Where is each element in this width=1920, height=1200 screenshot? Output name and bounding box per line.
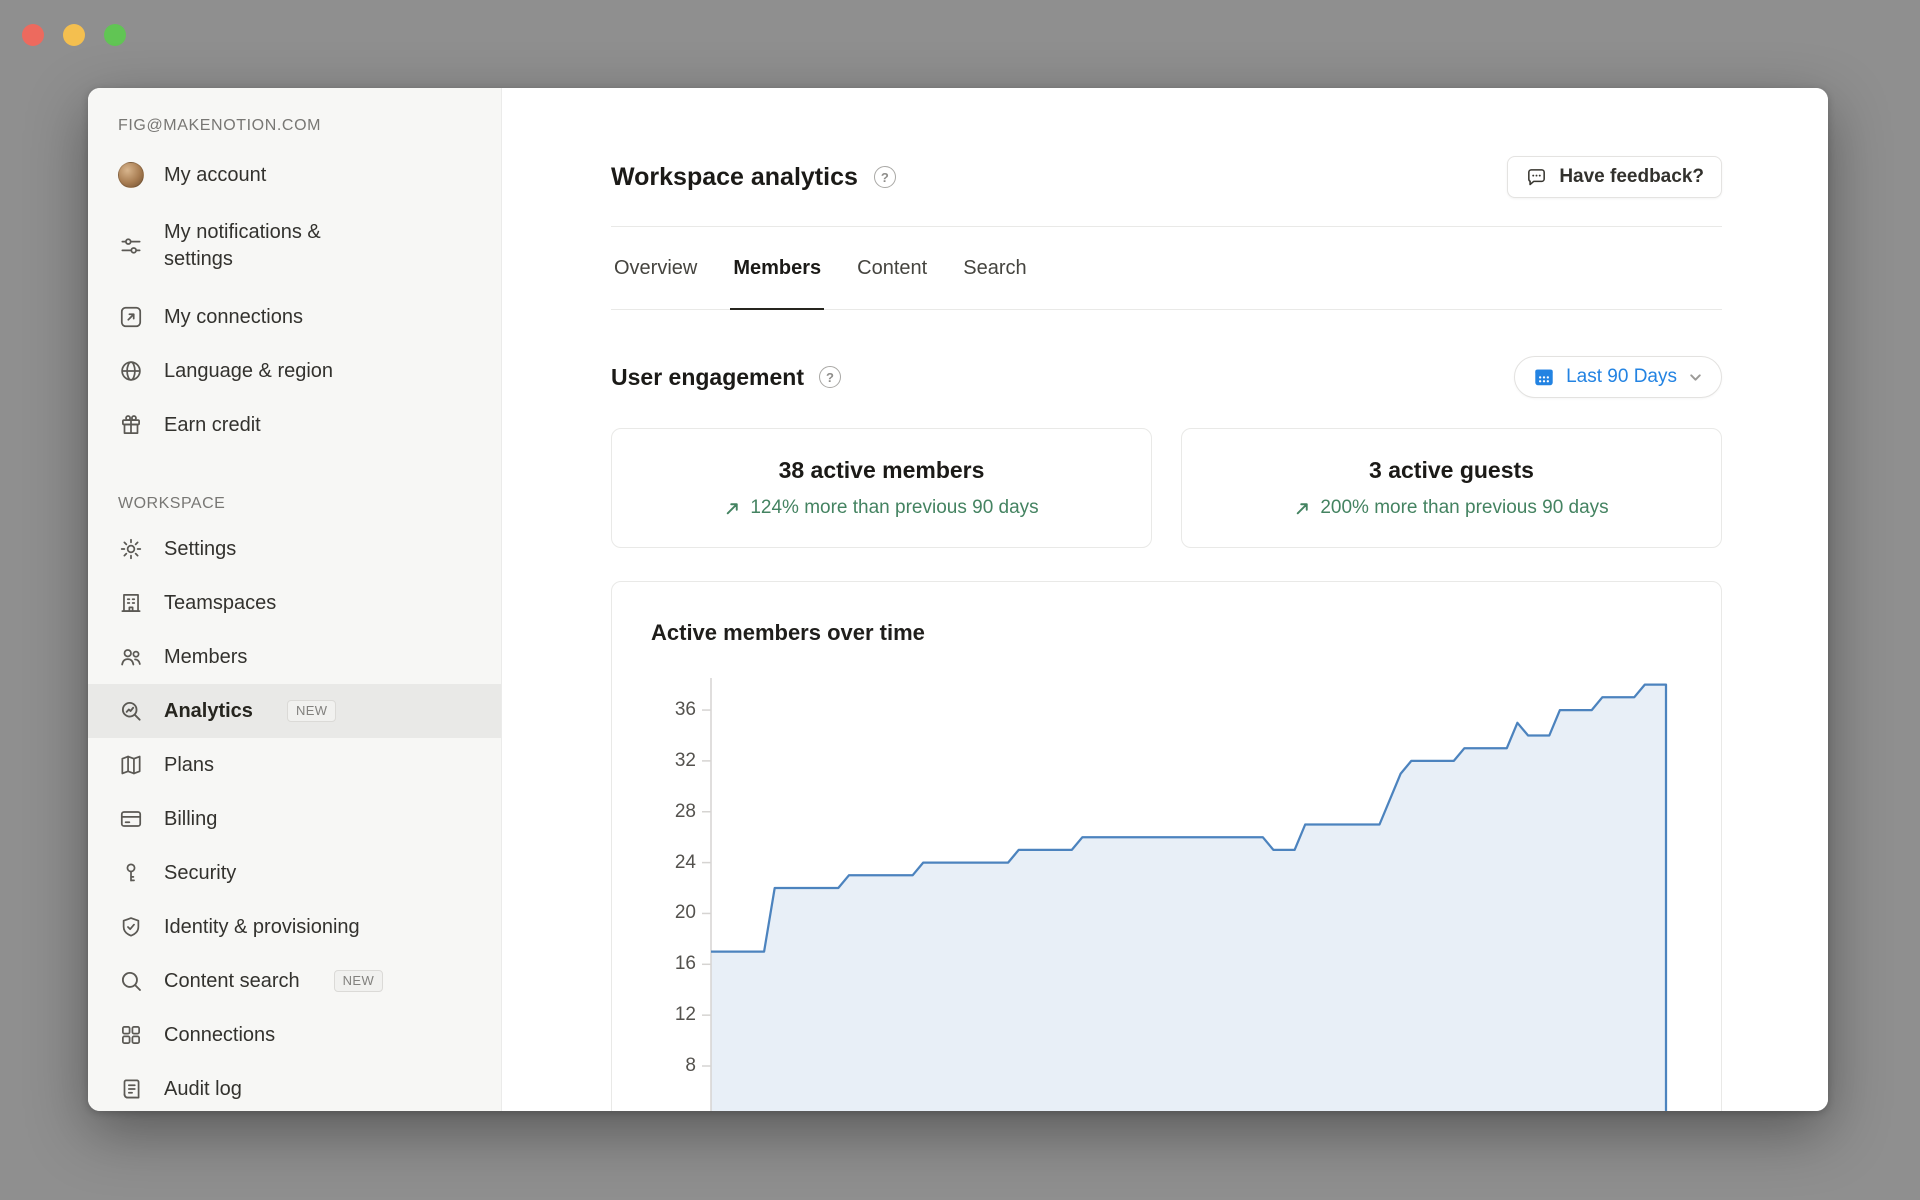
sidebar-item-label: Analytics	[164, 698, 253, 725]
sidebar-item-label: My connections	[164, 304, 303, 331]
new-badge: NEW	[334, 970, 384, 992]
sidebar-item-my-connections[interactable]: My connections	[88, 290, 501, 344]
sidebar-item-language-region[interactable]: Language & region	[88, 344, 501, 398]
close-button[interactable]	[22, 24, 44, 46]
arrow-up-right-icon	[118, 304, 144, 330]
sidebar-item-label: Members	[164, 644, 247, 671]
credit-card-icon	[118, 806, 144, 832]
sidebar-item-label: Teamspaces	[164, 590, 276, 617]
help-icon[interactable]: ?	[819, 366, 841, 388]
grid-icon	[118, 1022, 144, 1048]
have-feedback-button[interactable]: Have feedback?	[1507, 156, 1722, 198]
sidebar-item-label: Plans	[164, 752, 214, 779]
date-range-selector[interactable]: Last 90 Days	[1514, 356, 1722, 398]
active-guests-card: 3 active guests 200% more than previous …	[1181, 428, 1722, 548]
active-members-value: 38 active members	[779, 457, 985, 484]
shield-check-icon	[118, 914, 144, 940]
audit-log-icon	[118, 1076, 144, 1102]
sidebar-item-label: My notifications & settings	[164, 219, 349, 273]
sidebar-item-plans[interactable]: Plans	[88, 738, 501, 792]
new-badge: NEW	[287, 700, 337, 722]
user-engagement-title: User engagement	[611, 364, 804, 391]
sidebar-item-content-search[interactable]: Content search NEW	[88, 954, 501, 1008]
avatar	[118, 162, 144, 188]
analytics-search-icon	[118, 698, 144, 724]
key-icon	[118, 860, 144, 886]
trend-up-icon	[724, 500, 741, 517]
sidebar-item-label: Identity & provisioning	[164, 914, 360, 941]
sidebar-item-members[interactable]: Members	[88, 630, 501, 684]
people-icon	[118, 644, 144, 670]
active-guests-value: 3 active guests	[1369, 457, 1534, 484]
sidebar-item-audit-log[interactable]: Audit log	[88, 1062, 501, 1111]
sidebar-item-label: Language & region	[164, 358, 333, 385]
stat-cards: 38 active members 124% more than previou…	[611, 428, 1722, 548]
tab-search[interactable]: Search	[960, 227, 1029, 309]
sidebar-item-label: Audit log	[164, 1076, 242, 1103]
building-icon	[118, 590, 144, 616]
minimize-button[interactable]	[63, 24, 85, 46]
search-icon	[118, 968, 144, 994]
page-header: Workspace analytics ? Have feedback?	[611, 156, 1722, 198]
account-email: FIG@MAKENOTION.COM	[88, 116, 501, 136]
tab-members[interactable]: Members	[730, 227, 824, 309]
active-members-chart-card: Active members over time 812162024283236	[611, 581, 1722, 1111]
settings-sidebar: FIG@MAKENOTION.COM My account My notific…	[88, 88, 502, 1111]
sidebar-item-teamspaces[interactable]: Teamspaces	[88, 576, 501, 630]
sidebar-item-label: Connections	[164, 1022, 275, 1049]
sidebar-item-label: Earn credit	[164, 412, 261, 439]
sidebar-item-settings[interactable]: Settings	[88, 522, 501, 576]
active-members-delta: 124% more than previous 90 days	[724, 497, 1038, 519]
active-guests-delta: 200% more than previous 90 days	[1294, 497, 1608, 519]
chevron-down-icon	[1688, 370, 1703, 385]
sidebar-item-label: Settings	[164, 536, 236, 563]
sidebar-item-my-account[interactable]: My account	[88, 148, 501, 202]
map-icon	[118, 752, 144, 778]
sidebar-item-identity-provisioning[interactable]: Identity & provisioning	[88, 900, 501, 954]
trend-up-icon	[1294, 500, 1311, 517]
sliders-icon	[118, 233, 144, 259]
window-controls	[22, 24, 126, 46]
active-members-card: 38 active members 124% more than previou…	[611, 428, 1152, 548]
user-engagement-header: User engagement ? Last 90	[611, 356, 1722, 398]
delta-text: 124% more than previous 90 days	[750, 497, 1038, 519]
gear-icon	[118, 536, 144, 562]
chart-area-fill	[711, 685, 1666, 1111]
sidebar-item-analytics[interactable]: Analytics NEW	[88, 684, 501, 738]
gift-icon	[118, 412, 144, 438]
sidebar-item-earn-credit[interactable]: Earn credit	[88, 398, 501, 452]
page-title: Workspace analytics	[611, 163, 858, 192]
sidebar-item-label: My account	[164, 162, 266, 189]
sidebar-item-security[interactable]: Security	[88, 846, 501, 900]
sidebar-item-label: Security	[164, 860, 236, 887]
analytics-tabs: Overview Members Content Search	[611, 226, 1722, 310]
sidebar-item-billing[interactable]: Billing	[88, 792, 501, 846]
chart-title: Active members over time	[651, 620, 925, 646]
have-feedback-label: Have feedback?	[1559, 166, 1704, 188]
settings-window: FIG@MAKENOTION.COM My account My notific…	[88, 88, 1828, 1111]
help-icon[interactable]: ?	[874, 166, 896, 188]
workspace-section-label: WORKSPACE	[88, 494, 501, 514]
sidebar-item-label: Content search	[164, 968, 300, 995]
chat-bubble-icon	[1525, 166, 1548, 189]
members-chart-svg	[612, 582, 1722, 1111]
calendar-icon	[1533, 366, 1555, 388]
zoom-button[interactable]	[104, 24, 126, 46]
analytics-main-panel: Workspace analytics ? Have feedback? Ove…	[502, 88, 1828, 1111]
sidebar-item-connections[interactable]: Connections	[88, 1008, 501, 1062]
sidebar-item-label: Billing	[164, 806, 217, 833]
tab-content[interactable]: Content	[854, 227, 930, 309]
delta-text: 200% more than previous 90 days	[1320, 497, 1608, 519]
tab-overview[interactable]: Overview	[611, 227, 700, 309]
sidebar-item-my-notifications-settings[interactable]: My notifications & settings	[88, 202, 501, 290]
globe-icon	[118, 358, 144, 384]
date-range-label: Last 90 Days	[1566, 366, 1677, 388]
